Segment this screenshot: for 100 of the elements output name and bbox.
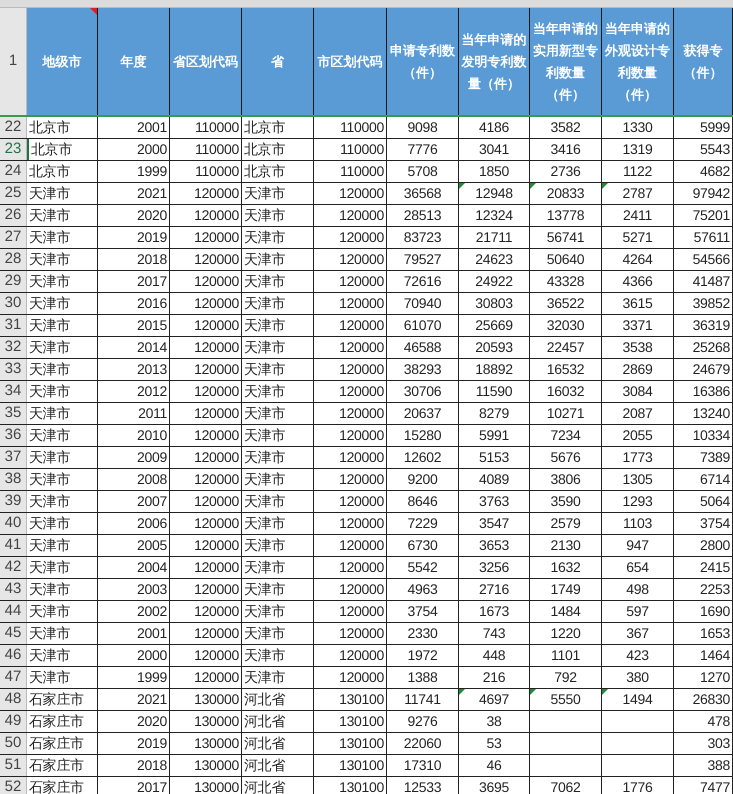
row-number[interactable]: 49	[0, 711, 27, 732]
row-number[interactable]: 31	[0, 315, 27, 336]
table-cell: 1319	[602, 139, 674, 160]
row-number[interactable]: 42	[0, 557, 27, 578]
table-cell: 天津市	[242, 557, 314, 578]
table-cell: 北京市	[27, 117, 98, 138]
row-number[interactable]: 45	[0, 623, 27, 644]
table-cell: 25669	[459, 315, 530, 336]
table-cell: 天津市	[27, 535, 98, 556]
table-cell: 2087	[602, 403, 674, 424]
table-cell: 46	[459, 755, 530, 776]
row-number[interactable]: 34	[0, 381, 27, 402]
table-cell: 5542	[387, 557, 459, 578]
table-cell: 天津市	[27, 293, 98, 314]
table-cell: 120000	[170, 623, 242, 644]
table-cell: 天津市	[27, 491, 98, 512]
row-number[interactable]: 48	[0, 689, 27, 710]
table-cell: 120000	[314, 623, 387, 644]
row-number[interactable]: 51	[0, 755, 27, 776]
row-number[interactable]: 47	[0, 667, 27, 688]
row-number[interactable]: 37	[0, 447, 27, 468]
row-number[interactable]: 29	[0, 271, 27, 292]
row-number[interactable]: 1	[0, 8, 27, 115]
table-cell: 120000	[170, 337, 242, 358]
table-cell: 216	[459, 667, 530, 688]
table-cell: 3371	[602, 315, 674, 336]
header-cell: 申请专利数（件）	[387, 8, 459, 115]
table-cell: 天津市	[242, 293, 314, 314]
table-cell: 498	[602, 579, 674, 600]
table-cell: 5676	[530, 447, 602, 468]
table-cell: 天津市	[27, 425, 98, 446]
table-cell: 43328	[530, 271, 602, 292]
table-cell: 天津市	[27, 557, 98, 578]
table-cell: 2001	[98, 117, 170, 138]
row-number[interactable]: 46	[0, 645, 27, 666]
table-cell: 16532	[530, 359, 602, 380]
row-number[interactable]: 26	[0, 205, 27, 226]
row-number[interactable]: 25	[0, 183, 27, 204]
table-cell: 5550	[530, 689, 602, 710]
row-number[interactable]: 50	[0, 733, 27, 754]
table-cell: 38293	[387, 359, 459, 380]
table-cell: 120000	[170, 557, 242, 578]
row-number[interactable]: 52	[0, 777, 27, 794]
row-number[interactable]: 33	[0, 359, 27, 380]
table-cell: 120000	[314, 535, 387, 556]
table-cell: 1773	[602, 447, 674, 468]
table-cell: 380	[602, 667, 674, 688]
table-cell: 北京市	[27, 161, 98, 182]
table-cell: 天津市	[27, 205, 98, 226]
table-cell: 130000	[170, 733, 242, 754]
table-cell: 天津市	[27, 337, 98, 358]
row-number[interactable]: 40	[0, 513, 27, 534]
row-number[interactable]: 44	[0, 601, 27, 622]
row-number[interactable]: 28	[0, 249, 27, 270]
table-cell: 天津市	[27, 227, 98, 248]
table-cell: 3538	[602, 337, 674, 358]
table-cell: 2000	[98, 139, 170, 160]
table-cell: 4264	[602, 249, 674, 270]
table-cell: 天津市	[242, 227, 314, 248]
header-cell: 当年申请的外观设计专利数量（件）	[602, 8, 674, 115]
table-cell: 河北省	[242, 689, 314, 710]
table-cell: 2007	[98, 491, 170, 512]
row-number[interactable]: 32	[0, 337, 27, 358]
table-cell: 1103	[602, 513, 674, 534]
table-cell: 3653	[459, 535, 530, 556]
table-cell: 1305	[602, 469, 674, 490]
row-number[interactable]: 35	[0, 403, 27, 424]
table-cell: 18892	[459, 359, 530, 380]
table-cell: 3754	[387, 601, 459, 622]
table-cell: 北京市	[242, 139, 314, 160]
table-cell: 2018	[98, 755, 170, 776]
table-cell: 130100	[314, 711, 387, 732]
table-cell: 110000	[170, 139, 242, 160]
table-cell: 8646	[387, 491, 459, 512]
row-number[interactable]: 38	[0, 469, 27, 490]
row-number[interactable]: 43	[0, 579, 27, 600]
header-cell: 当年申请的实用新型专利数量（件）	[530, 8, 602, 115]
row-number[interactable]: 22	[0, 117, 27, 138]
row-number[interactable]: 30	[0, 293, 27, 314]
table-cell: 2017	[98, 271, 170, 292]
row-number[interactable]: 39	[0, 491, 27, 512]
table-cell: 120000	[314, 579, 387, 600]
row-number[interactable]: 27	[0, 227, 27, 248]
table-cell: 天津市	[27, 667, 98, 688]
table-cell: 天津市	[27, 601, 98, 622]
table-cell: 7062	[530, 777, 602, 794]
table-cell: 石家庄市	[27, 733, 98, 754]
table-cell: 120000	[170, 271, 242, 292]
table-cell: 654	[602, 557, 674, 578]
row-number[interactable]: 41	[0, 535, 27, 556]
row-number[interactable]: 36	[0, 425, 27, 446]
table-cell: 110000	[170, 161, 242, 182]
table-cell: 2021	[98, 183, 170, 204]
row-number[interactable]: 23	[0, 139, 27, 160]
row-number[interactable]: 24	[0, 161, 27, 182]
table-cell: 2055	[602, 425, 674, 446]
table-cell: 3695	[459, 777, 530, 794]
table-cell: 北京市	[242, 117, 314, 138]
table-cell: 2012	[98, 381, 170, 402]
table-cell: 12948	[459, 183, 530, 204]
